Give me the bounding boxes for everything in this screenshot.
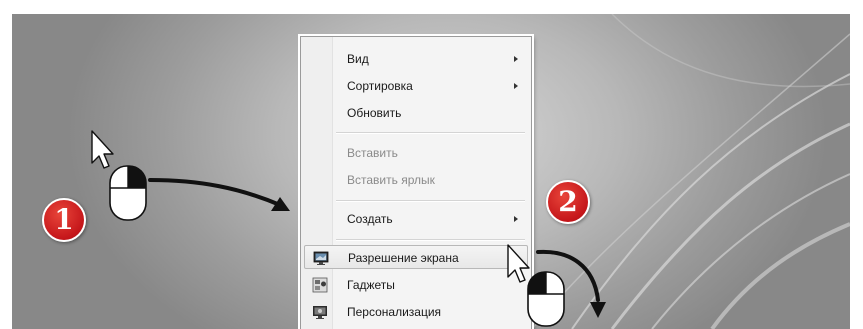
menu-item-personalization[interactable]: Персонализация bbox=[304, 300, 528, 324]
menu-item-new[interactable]: Создать bbox=[304, 207, 528, 231]
desktop-background[interactable]: Вид Сортировка Обновить Вставить Вставит… bbox=[12, 14, 850, 329]
gadgets-icon bbox=[312, 277, 328, 293]
menu-item-gadgets[interactable]: Гаджеты bbox=[304, 273, 528, 297]
menu-separator bbox=[336, 132, 525, 134]
menu-separator bbox=[336, 200, 525, 202]
menu-item-label: Создать bbox=[347, 212, 393, 226]
desktop-context-menu: Вид Сортировка Обновить Вставить Вставит… bbox=[298, 34, 534, 329]
screen-resolution-icon bbox=[313, 251, 329, 265]
menu-item-paste: Вставить bbox=[304, 141, 528, 165]
step-1-badge: 1 bbox=[42, 198, 86, 242]
submenu-arrow-icon bbox=[514, 56, 518, 62]
menu-item-label: Вид bbox=[347, 52, 369, 66]
menu-item-label: Персонализация bbox=[347, 305, 442, 319]
menu-item-label: Гаджеты bbox=[347, 278, 395, 292]
menu-item-sort[interactable]: Сортировка bbox=[304, 74, 528, 98]
menu-item-view[interactable]: Вид bbox=[304, 47, 528, 71]
menu-item-label: Разрешение экрана bbox=[348, 251, 459, 265]
personalization-icon bbox=[313, 306, 327, 319]
submenu-arrow-icon bbox=[514, 216, 518, 222]
step-2-badge: 2 bbox=[546, 180, 590, 224]
menu-item-label: Сортировка bbox=[347, 79, 413, 93]
menu-item-paste-shortcut: Вставить ярлык bbox=[304, 168, 528, 192]
menu-separator bbox=[336, 239, 525, 241]
menu-item-refresh[interactable]: Обновить bbox=[304, 101, 528, 125]
menu-item-label: Вставить bbox=[347, 146, 398, 160]
menu-item-screen-resolution[interactable]: Разрешение экрана bbox=[304, 245, 528, 269]
submenu-arrow-icon bbox=[514, 83, 518, 89]
menu-item-label: Вставить ярлык bbox=[347, 173, 435, 187]
menu-item-label: Обновить bbox=[347, 106, 402, 120]
